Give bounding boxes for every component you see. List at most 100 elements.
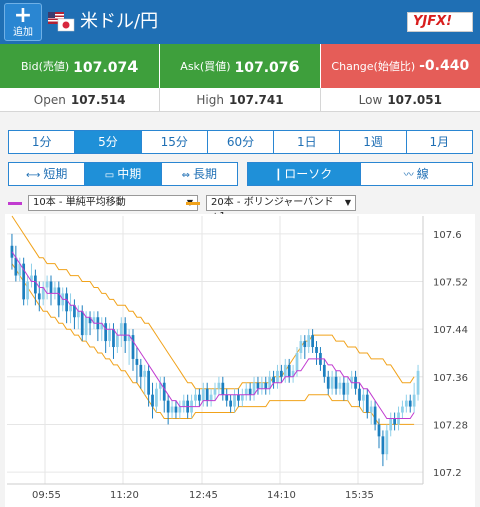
add-label: 追加 bbox=[13, 27, 33, 38]
tab-mid-term[interactable]: ▭ 中期 bbox=[84, 163, 161, 185]
candle-body bbox=[358, 388, 361, 401]
candle-body bbox=[276, 370, 279, 383]
candle-body bbox=[147, 370, 150, 395]
candle-body bbox=[37, 293, 41, 300]
tab-1week[interactable]: 1週 bbox=[339, 131, 405, 153]
bid-label: Bid(売値) bbox=[20, 60, 70, 73]
candle-body bbox=[104, 323, 108, 342]
candle-body bbox=[385, 430, 389, 455]
usd-jpy-flag-icon bbox=[48, 12, 75, 32]
tab-5min[interactable]: 5分 bbox=[74, 131, 141, 153]
bb-select[interactable]: 20本 - ボリンジャーバンド+1 ▼ bbox=[206, 195, 356, 222]
candle-body bbox=[53, 287, 57, 294]
dropdown-arrow-icon: ▼ bbox=[344, 198, 351, 207]
short-term-icon: ⟷ bbox=[25, 170, 41, 181]
candle-body bbox=[213, 388, 217, 395]
candle-body bbox=[201, 388, 205, 401]
candle-body bbox=[393, 418, 396, 425]
candle-body bbox=[69, 305, 72, 312]
candle-body bbox=[80, 311, 84, 336]
candle-body bbox=[315, 347, 318, 353]
candle-body bbox=[108, 329, 111, 342]
tab-candlestick[interactable]: ┃ ローソク bbox=[248, 163, 360, 185]
candle-body bbox=[322, 364, 326, 377]
candle-body bbox=[240, 394, 244, 401]
ask-box: Ask(買値) 107.076 bbox=[159, 44, 320, 88]
candle-body bbox=[299, 341, 303, 353]
ma-indicator: 10本 - 単純平均移動▼ bbox=[8, 194, 198, 212]
candle-body bbox=[139, 364, 143, 377]
candle-body bbox=[116, 335, 119, 348]
period-tabs: ⟷ 短期 ▭ 中期 ⇔ 長期 bbox=[8, 162, 238, 186]
candle-body bbox=[248, 388, 252, 395]
candle-body bbox=[256, 382, 260, 389]
high-label: High bbox=[196, 92, 224, 107]
candle-body bbox=[346, 382, 350, 395]
bb-indicator: 20本 - ボリンジャーバンド+1 ▼ bbox=[186, 194, 356, 222]
candle-body bbox=[244, 388, 248, 395]
candlestick-chart[interactable]: 107.6 107.52 107.44 107.36 107.28 107.2 09:55 1… bbox=[5, 214, 475, 507]
open-stat: Open 107.514 bbox=[0, 88, 159, 111]
tab-15min[interactable]: 15分 bbox=[140, 131, 207, 153]
candle-body bbox=[334, 376, 338, 389]
x-tick-label: 12:45 bbox=[189, 490, 218, 501]
tab-1month[interactable]: 1月 bbox=[405, 131, 472, 153]
candle-body bbox=[119, 323, 123, 336]
tab-60min[interactable]: 60分 bbox=[206, 131, 273, 153]
candle-body bbox=[162, 382, 166, 401]
ma10-line bbox=[11, 251, 415, 419]
tab-short-term[interactable]: ⟷ 短期 bbox=[9, 163, 84, 185]
tab-long-term[interactable]: ⇔ 長期 bbox=[160, 163, 237, 185]
x-tick-label: 14:10 bbox=[267, 490, 296, 501]
tab-line[interactable]: 〰線 bbox=[359, 163, 473, 185]
y-tick-label: 107.2 bbox=[433, 468, 462, 479]
candle-body bbox=[365, 394, 369, 413]
candle-body bbox=[303, 341, 307, 348]
candle-body bbox=[412, 394, 416, 407]
candle-body bbox=[264, 382, 268, 389]
x-tick-label: 09:55 bbox=[32, 490, 61, 501]
y-tick-label: 107.28 bbox=[433, 420, 468, 431]
candle-body bbox=[326, 376, 330, 389]
low-value: 107.051 bbox=[387, 92, 442, 107]
currency-pair-title: 米ドル/円 bbox=[80, 11, 159, 32]
candle-body bbox=[342, 382, 346, 395]
candle-body bbox=[155, 388, 158, 407]
candle-body bbox=[123, 323, 127, 342]
logo-text: YJFX! bbox=[413, 14, 453, 29]
change-value: -0.440 bbox=[419, 58, 470, 74]
candle-body bbox=[221, 382, 225, 395]
change-box: Change(始値比) -0.440 bbox=[319, 44, 480, 88]
long-term-icon: ⇔ bbox=[181, 170, 190, 181]
candle-body bbox=[84, 317, 88, 336]
bb-upper-line bbox=[11, 215, 415, 390]
plus-icon: + bbox=[13, 3, 33, 28]
add-button[interactable]: + 追加 bbox=[4, 3, 42, 41]
candle-body bbox=[198, 394, 201, 401]
candle-body bbox=[205, 388, 209, 401]
candle-body bbox=[112, 329, 115, 348]
tab-1min[interactable]: 1分 bbox=[9, 131, 74, 153]
candle-body bbox=[295, 352, 299, 371]
y-tick-label: 107.6 bbox=[433, 230, 462, 241]
candle-body bbox=[373, 406, 377, 425]
candlestick-icon: ┃ bbox=[275, 170, 282, 181]
candle-body bbox=[131, 335, 135, 359]
candle-body bbox=[170, 406, 174, 413]
candle-body bbox=[287, 364, 291, 377]
open-value: 107.514 bbox=[70, 92, 126, 107]
candle-body bbox=[272, 376, 275, 383]
timeframe-tabs: 1分 5分 15分 60分 1日 1週 1月 bbox=[8, 130, 473, 154]
candle-body bbox=[369, 406, 373, 413]
bid-box: Bid(売値) 107.074 bbox=[0, 44, 160, 88]
candle-body bbox=[377, 424, 381, 437]
candle-body bbox=[338, 382, 342, 389]
y-tick-label: 107.36 bbox=[433, 373, 468, 384]
ma-select[interactable]: 10本 - 単純平均移動▼ bbox=[28, 195, 198, 211]
x-tick-label: 11:20 bbox=[110, 490, 139, 501]
yjfx-logo[interactable]: YJFX! bbox=[407, 12, 473, 32]
mid-term-icon: ▭ bbox=[104, 170, 115, 181]
tab-1day[interactable]: 1日 bbox=[273, 131, 339, 153]
candle-body bbox=[45, 281, 49, 288]
candle-body bbox=[260, 382, 264, 389]
